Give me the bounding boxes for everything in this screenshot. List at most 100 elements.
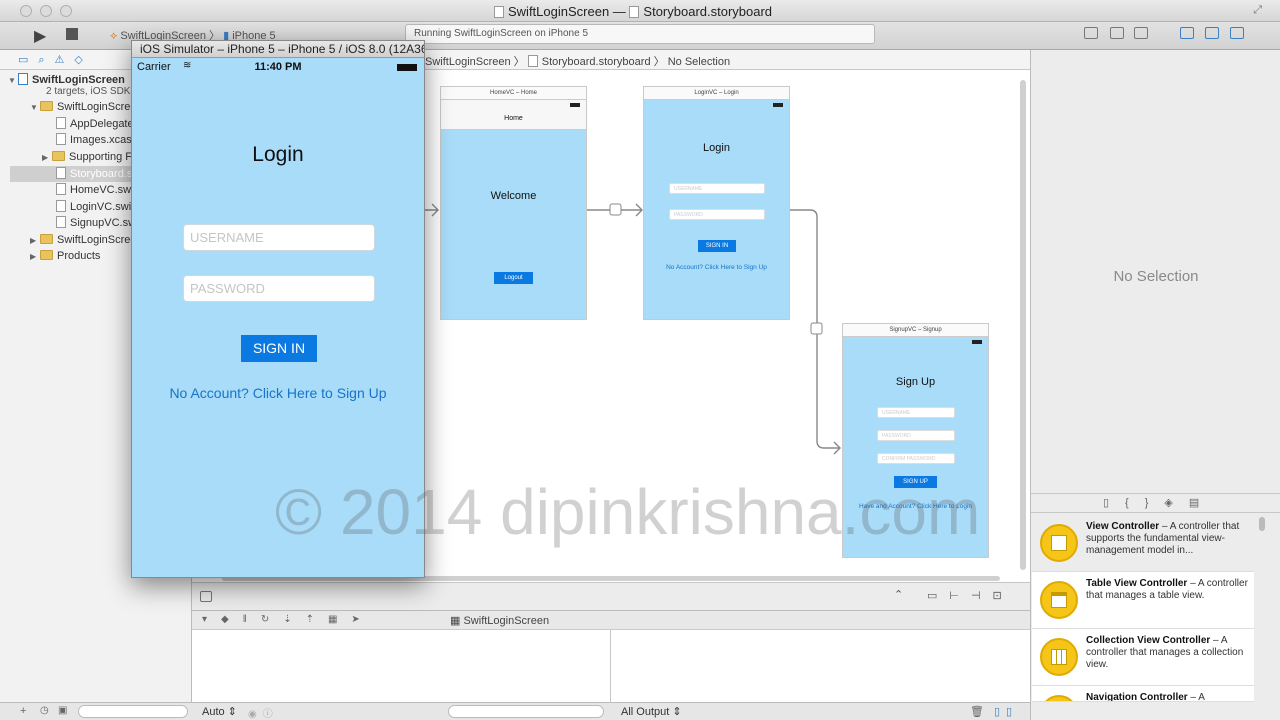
window-title: SwiftLoginScreen — Storyboard.storyboard — [494, 4, 772, 19]
library-item-name: Table View Controller — [1086, 578, 1188, 589]
swift-file-icon — [56, 216, 66, 228]
folder-icon — [40, 101, 53, 111]
logout-button[interactable]: Logout — [494, 272, 533, 284]
login-heading: Login — [703, 142, 730, 154]
folder-icon — [52, 151, 65, 161]
signin-button[interactable]: SIGN IN — [698, 240, 736, 252]
tree-row-group[interactable]: ▶ Products — [30, 248, 100, 264]
trash-icon[interactable]: 🗑 — [970, 705, 984, 718]
variables-view-icons[interactable]: ◉ⓘ — [248, 705, 279, 720]
standard-editor-icon[interactable] — [1084, 27, 1098, 39]
swift-file-icon — [56, 117, 66, 129]
document-outline-icon[interactable] — [200, 591, 212, 602]
password-field[interactable]: PASSWORD — [877, 430, 955, 441]
project-file-icon — [494, 6, 504, 18]
login-scene[interactable]: LoginVC – Login Login USERNAME PASSWORD … — [643, 86, 790, 320]
table-view-controller-icon — [1040, 581, 1078, 619]
battery-icon — [397, 64, 417, 71]
zoom-window-button[interactable] — [60, 5, 72, 17]
confirm-password-field[interactable]: CONFIRM PASSWORD — [877, 453, 955, 464]
password-field[interactable]: PASSWORD — [183, 275, 375, 302]
library-item-table-view-controller[interactable]: Table View Controller – A controller tha… — [1032, 572, 1254, 629]
home-scene[interactable]: HomeVC – Home Home Welcome Logout — [440, 86, 587, 320]
scheme-icon: ⟡ — [110, 30, 118, 42]
console-output-select[interactable]: All Output ⇕ — [621, 705, 682, 718]
variables-scope-select[interactable]: Auto ⇕ — [202, 705, 237, 718]
storyboard-file-icon — [629, 6, 640, 18]
add-icon[interactable]: + — [20, 705, 26, 717]
status-time: 11:40 PM — [254, 61, 302, 73]
login-heading: Login — [252, 143, 304, 166]
username-field[interactable]: USERNAME — [877, 407, 955, 418]
folder-icon — [40, 234, 53, 244]
run-button[interactable]: ▶ — [34, 26, 46, 46]
vertical-scrollbar[interactable] — [1020, 80, 1026, 570]
signup-heading: Sign Up — [895, 376, 936, 388]
folder-icon — [40, 250, 53, 260]
assistant-editor-icon[interactable] — [1110, 27, 1124, 39]
debug-target[interactable]: ▦ SwiftLoginScreen — [450, 614, 549, 627]
swift-file-icon — [56, 200, 66, 212]
signup-link[interactable]: No Account? Click Here to Sign Up — [644, 264, 789, 271]
library-item-view-controller[interactable]: View Controller – A controller that supp… — [1032, 515, 1254, 572]
battery-icon — [972, 340, 982, 344]
tree-row-group[interactable]: ▼ SwiftLoginScreen — [30, 99, 143, 115]
console-layout-icons[interactable]: ▯▯ — [994, 705, 1018, 718]
target-icon: ▦ — [450, 615, 461, 627]
scene-title: LoginVC – Login — [644, 87, 789, 100]
navigator-toggle-icon[interactable] — [1180, 27, 1194, 39]
library-item-name: Navigation Controller — [1086, 692, 1188, 702]
battery-icon — [773, 103, 783, 107]
version-editor-icon[interactable] — [1134, 27, 1148, 39]
debug-area — [192, 630, 1030, 702]
library-item-collection-view-controller[interactable]: Collection View Controller – A controlle… — [1032, 629, 1254, 686]
canvas-footer: ⌃ ▭⊢⊣⊡ — [192, 582, 1030, 610]
scene-title: SignupVC – Signup — [843, 324, 988, 337]
username-field[interactable]: USERNAME — [669, 183, 765, 194]
storyboard-icon — [56, 167, 66, 179]
tree-row-file[interactable]: HomeVC.swift — [56, 182, 140, 198]
library-item-navigation-controller[interactable]: Navigation Controller – A controller — [1032, 686, 1254, 702]
debug-bar: ▾◆‖↻⇣⇡▦➤ ▦ SwiftLoginScreen — [192, 610, 1030, 630]
library-tab-icons[interactable]: ▯{}◈▤ — [1103, 496, 1215, 509]
storyboard-crumb-icon — [527, 55, 538, 67]
library-item-name: View Controller — [1086, 521, 1160, 532]
fullscreen-icon[interactable]: ⤢ — [1253, 4, 1262, 17]
scene-title: HomeVC – Home — [441, 87, 586, 100]
view-controller-icon — [1040, 524, 1078, 562]
utilities-toggle-icon[interactable] — [1230, 27, 1244, 39]
close-window-button[interactable] — [20, 5, 32, 17]
username-field[interactable]: USERNAME — [183, 224, 375, 251]
nav-title: Home — [504, 115, 523, 122]
debug-control-icons[interactable]: ▾◆‖↻⇣⇡▦➤ — [202, 614, 374, 625]
simulator-title-bar[interactable]: iOS Simulator – iPhone 5 – iPhone 5 / iO… — [132, 41, 424, 58]
signup-link[interactable]: No Account? Click Here to Sign Up — [132, 385, 424, 401]
project-icon — [18, 73, 28, 85]
watermark-text: © 2014 dipinkrishna.com — [275, 476, 981, 548]
size-class-icon[interactable]: ⌃ — [894, 588, 903, 601]
navigator-tab-icons[interactable]: ▭⌕⚠◇ — [18, 53, 93, 67]
recent-files-icon[interactable]: ◷ — [40, 705, 49, 716]
breadcrumb[interactable]: SwiftLoginScreen 〉 Storyboard.storyboard… — [425, 53, 730, 69]
layout-tools-icons[interactable]: ▭⊢⊣⊡ — [927, 589, 1014, 602]
window-title-bar: SwiftLoginScreen — Storyboard.storyboard… — [0, 0, 1280, 22]
signin-button[interactable]: SIGN IN — [241, 335, 317, 362]
navigator-filter-input[interactable] — [78, 705, 188, 718]
collection-view-controller-icon — [1040, 638, 1078, 676]
library-scrollbar[interactable] — [1259, 517, 1265, 531]
welcome-label: Welcome — [490, 190, 537, 202]
swift-file-icon — [56, 183, 66, 195]
no-selection-label: No Selection — [1113, 268, 1199, 285]
navigation-controller-icon — [1040, 695, 1078, 701]
password-field[interactable]: PASSWORD — [669, 209, 765, 220]
assets-icon — [56, 133, 66, 145]
library-item-name: Collection View Controller — [1086, 635, 1211, 646]
scm-filter-icon[interactable]: ▣ — [58, 705, 67, 716]
minimize-window-button[interactable] — [40, 5, 52, 17]
activity-status: Running SwiftLoginScreen on iPhone 5 — [405, 24, 875, 44]
variables-filter-input[interactable] — [448, 705, 604, 718]
debug-toggle-icon[interactable] — [1205, 27, 1219, 39]
battery-icon — [570, 103, 580, 107]
stop-button[interactable] — [66, 28, 78, 40]
tree-row-file[interactable]: LoginVC.swift — [56, 199, 137, 215]
